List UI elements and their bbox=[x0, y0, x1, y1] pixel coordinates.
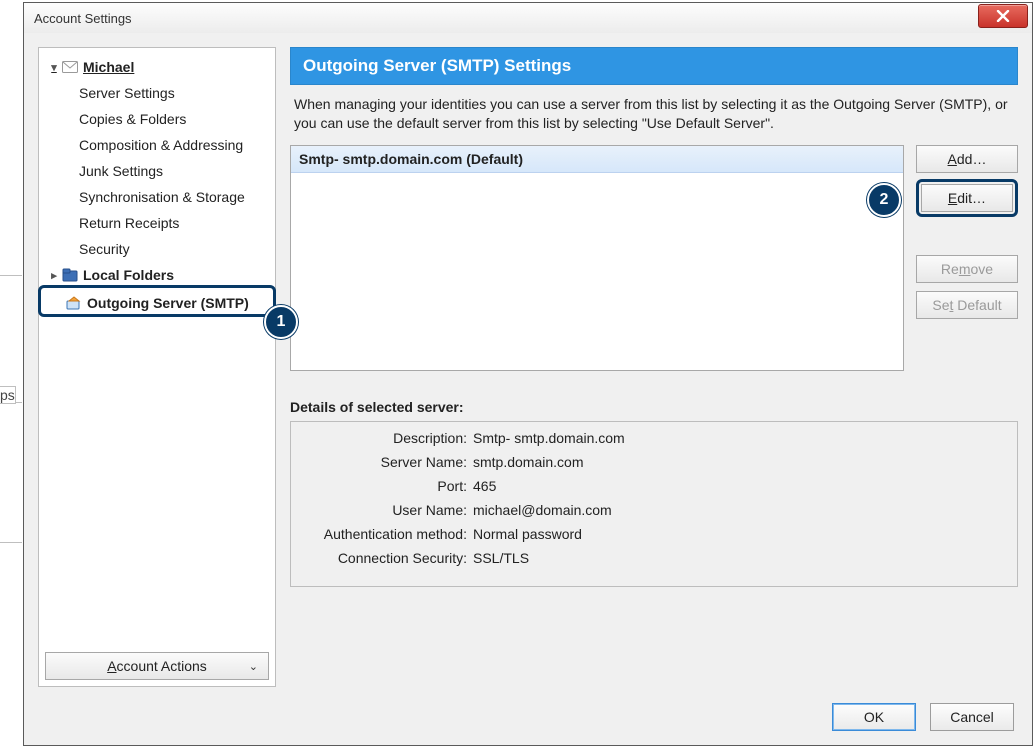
edit-button-label: Edit… bbox=[948, 190, 986, 206]
remove-button[interactable]: Remove bbox=[916, 255, 1018, 283]
titlebar[interactable]: Account Settings bbox=[24, 3, 1032, 34]
window-title: Account Settings bbox=[34, 11, 132, 26]
tree-local-folders-label: Local Folders bbox=[83, 267, 174, 283]
tree-item-sync-storage[interactable]: Synchronisation & Storage bbox=[39, 184, 275, 210]
close-icon bbox=[996, 10, 1010, 22]
detail-label: Server Name: bbox=[301, 454, 467, 470]
ok-button[interactable]: OK bbox=[832, 703, 916, 731]
background-text-fragment: ps bbox=[0, 386, 16, 404]
smtp-server-item-label: Smtp- smtp.domain.com (Default) bbox=[299, 151, 523, 167]
detail-row-description: Description: Smtp- smtp.domain.com bbox=[301, 430, 1007, 454]
accounts-tree[interactable]: ▾ Michael Server Settings Copies & Folde… bbox=[38, 47, 276, 687]
cancel-button[interactable]: Cancel bbox=[930, 703, 1014, 731]
tree-item-return-receipts[interactable]: Return Receipts bbox=[39, 210, 275, 236]
background-fragment bbox=[0, 235, 22, 276]
spacer bbox=[916, 225, 1018, 247]
detail-value: Normal password bbox=[473, 526, 582, 542]
set-default-button[interactable]: Set Default bbox=[916, 291, 1018, 319]
remove-button-label: Remove bbox=[941, 261, 993, 277]
detail-label: Authentication method: bbox=[301, 526, 467, 542]
edit-button[interactable]: Edit… bbox=[921, 184, 1013, 212]
outgoing-server-icon bbox=[65, 295, 83, 311]
window-close-button[interactable] bbox=[978, 4, 1028, 28]
account-settings-dialog: Account Settings ▾ Mi bbox=[23, 2, 1033, 746]
cancel-button-label: Cancel bbox=[950, 709, 994, 725]
chevron-right-icon: ▸ bbox=[47, 269, 61, 282]
callout-highlight-edit: Edit… bbox=[916, 179, 1018, 217]
tree-smtp-label: Outgoing Server (SMTP) bbox=[87, 295, 249, 311]
add-button-label: Add… bbox=[948, 151, 987, 167]
account-actions-button[interactable]: Account Actions ⌄ bbox=[45, 652, 269, 680]
tree-item-junk-settings[interactable]: Junk Settings bbox=[39, 158, 275, 184]
tree-local-folders[interactable]: ▸ Local Folders bbox=[39, 262, 275, 288]
detail-label: Description: bbox=[301, 430, 467, 446]
panel-description: When managing your identities you can us… bbox=[290, 85, 1018, 145]
detail-label: Connection Security: bbox=[301, 550, 467, 566]
smtp-settings-panel: Outgoing Server (SMTP) Settings When man… bbox=[290, 47, 1018, 687]
callout-badge-1: 1 bbox=[264, 305, 298, 339]
tree-item-label: Junk Settings bbox=[79, 163, 163, 179]
set-default-button-label: Set Default bbox=[932, 297, 1001, 313]
detail-row-port: Port: 465 bbox=[301, 478, 1007, 502]
detail-label: User Name: bbox=[301, 502, 467, 518]
tree-account-root[interactable]: ▾ Michael bbox=[39, 54, 275, 80]
tree-item-label: Security bbox=[79, 241, 130, 257]
add-button[interactable]: Add… bbox=[916, 145, 1018, 173]
tree-item-label: Server Settings bbox=[79, 85, 175, 101]
smtp-buttons-column: Add… Edit… Remove bbox=[916, 145, 1018, 371]
tree-item-label: Synchronisation & Storage bbox=[79, 189, 245, 205]
detail-value: 465 bbox=[473, 478, 496, 494]
account-actions-label: Account Actions bbox=[107, 658, 207, 674]
chevron-down-icon: ▾ bbox=[47, 61, 61, 74]
tree-account-label: Michael bbox=[83, 59, 134, 75]
chevron-down-icon: ⌄ bbox=[249, 660, 258, 673]
ok-button-label: OK bbox=[864, 709, 884, 725]
detail-row-auth-method: Authentication method: Normal password bbox=[301, 526, 1007, 550]
tree-item-composition[interactable]: Composition & Addressing bbox=[39, 132, 275, 158]
detail-value: SSL/TLS bbox=[473, 550, 529, 566]
smtp-server-item[interactable]: Smtp- smtp.domain.com (Default) bbox=[291, 146, 903, 173]
panel-heading: Outgoing Server (SMTP) Settings bbox=[290, 47, 1018, 85]
tree-item-copies-folders[interactable]: Copies & Folders bbox=[39, 106, 275, 132]
dialog-footer: OK Cancel bbox=[832, 703, 1014, 731]
details-heading: Details of selected server: bbox=[290, 399, 1018, 415]
tree-item-label: Composition & Addressing bbox=[79, 137, 243, 153]
detail-value: smtp.domain.com bbox=[473, 454, 583, 470]
tree-item-security[interactable]: Security bbox=[39, 236, 275, 262]
callout-badge-2: 2 bbox=[867, 183, 901, 217]
detail-value: michael@domain.com bbox=[473, 502, 612, 518]
local-folders-icon bbox=[61, 267, 79, 283]
mail-account-icon bbox=[61, 59, 79, 75]
detail-label: Port: bbox=[301, 478, 467, 494]
detail-value: Smtp- smtp.domain.com bbox=[473, 430, 625, 446]
tree-item-server-settings[interactable]: Server Settings bbox=[39, 80, 275, 106]
tree-item-label: Copies & Folders bbox=[79, 111, 186, 127]
background-fragment bbox=[0, 522, 22, 543]
tree-item-label: Return Receipts bbox=[79, 215, 179, 231]
detail-row-connection-security: Connection Security: SSL/TLS bbox=[301, 550, 1007, 574]
server-details: Description: Smtp- smtp.domain.com Serve… bbox=[290, 421, 1018, 587]
detail-row-server-name: Server Name: smtp.domain.com bbox=[301, 454, 1007, 478]
tree-outgoing-server-smtp[interactable]: Outgoing Server (SMTP) bbox=[39, 288, 275, 318]
detail-row-user-name: User Name: michael@domain.com bbox=[301, 502, 1007, 526]
smtp-server-list[interactable]: Smtp- smtp.domain.com (Default) bbox=[290, 145, 904, 371]
